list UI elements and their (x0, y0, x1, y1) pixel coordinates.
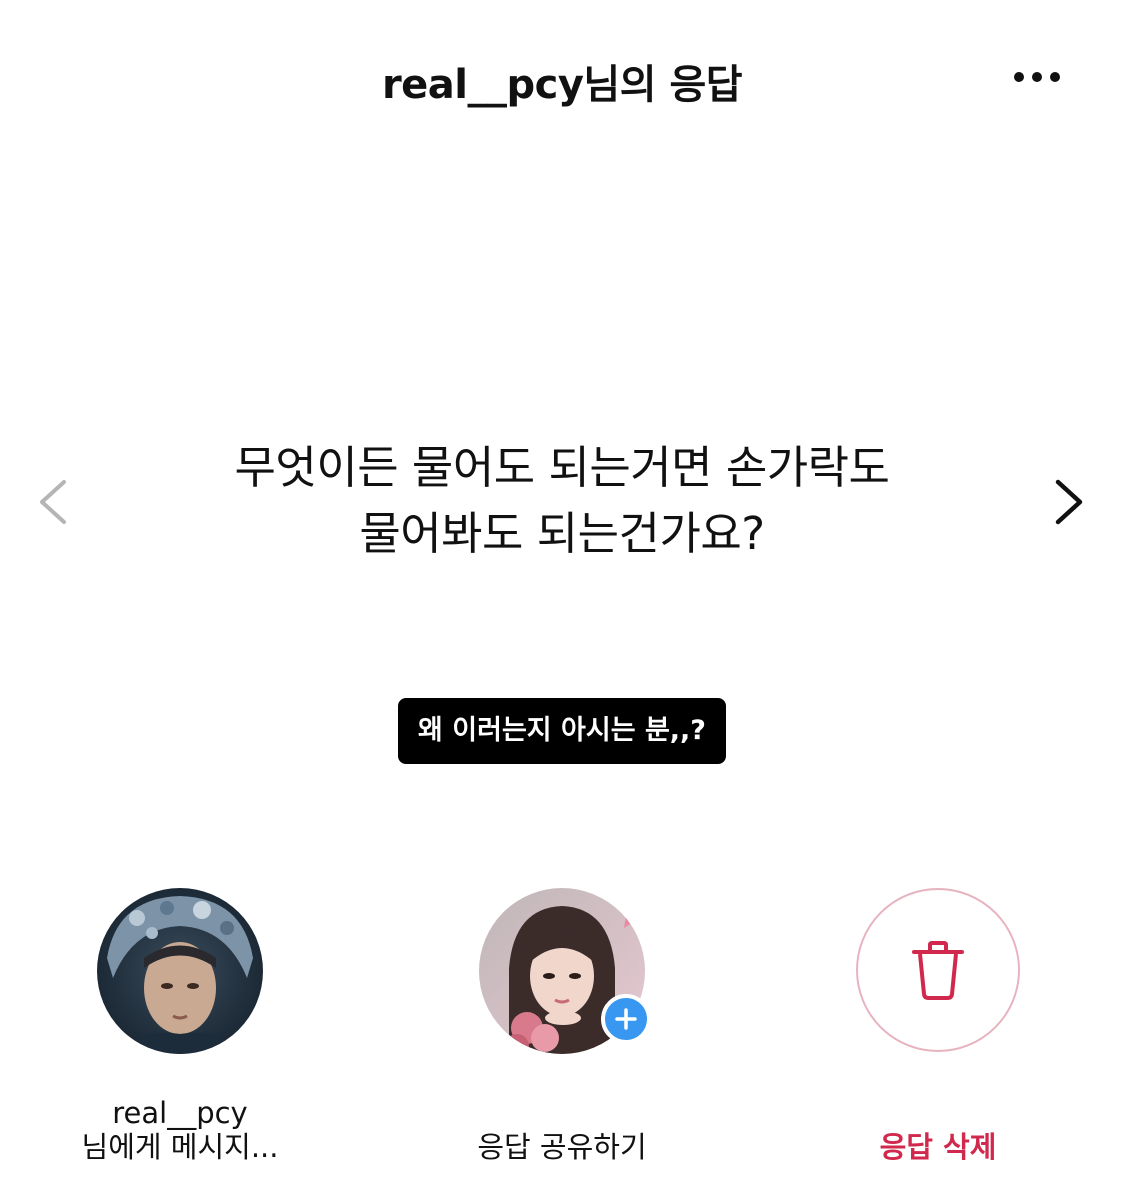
page-title: real__pcy님의 응답 (381, 62, 743, 108)
message-user-button[interactable]: real__pcy 님에게 메시지... (40, 888, 320, 1164)
message-user-label: real__pcy 님에게 메시지... (40, 1096, 320, 1164)
question-line-2: 물어봐도 되는건가요? (359, 507, 765, 560)
message-label: 님에게 메시지... (81, 1130, 279, 1164)
answer-badge: 왜 이러는지 아시는 분,,? (398, 698, 726, 764)
next-chevron-right-icon[interactable] (1048, 470, 1092, 534)
delete-response-label: 응답 삭제 (879, 1130, 997, 1164)
response-screen: real__pcy님의 응답 무엇이든 물어도 되는거면 손가락도 물어봐도 되… (0, 0, 1124, 1200)
header-bar: real__pcy님의 응답 (0, 0, 1124, 160)
delete-response-button[interactable]: 응답 삭제 (798, 888, 1078, 1164)
delete-circle[interactable] (856, 888, 1020, 1052)
user-avatar[interactable] (97, 888, 263, 1054)
own-avatar[interactable] (479, 888, 651, 1054)
add-plus-icon[interactable] (601, 994, 651, 1044)
question-text: 무엇이든 물어도 되는거면 손가락도 물어봐도 되는건가요? (130, 435, 994, 567)
share-response-label: 응답 공유하기 (477, 1130, 647, 1164)
trash-icon (912, 941, 964, 1000)
username-label: real__pcy (112, 1096, 248, 1130)
previous-chevron-left-icon[interactable] (30, 470, 74, 534)
share-response-button[interactable]: 응답 공유하기 (422, 888, 702, 1164)
more-options-icon[interactable] (1002, 50, 1072, 100)
question-line-1: 무엇이든 물어도 되는거면 손가락도 (234, 441, 890, 494)
answer-container: 왜 이러는지 아시는 분,,? (0, 698, 1124, 764)
